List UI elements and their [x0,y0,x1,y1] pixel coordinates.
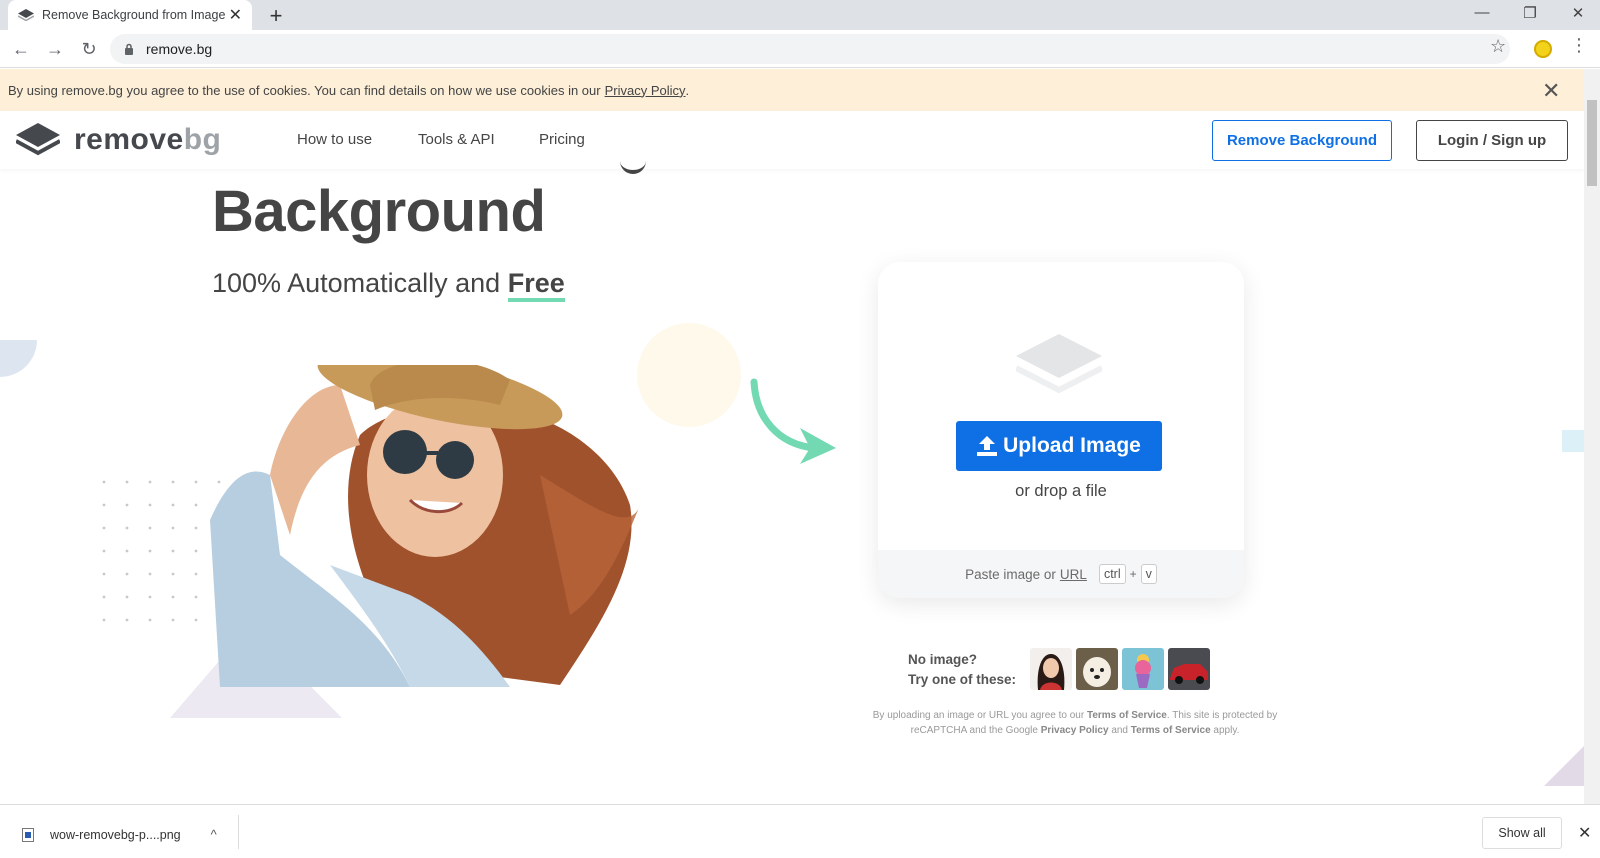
cookie-suffix: . [685,82,690,98]
show-all-button[interactable]: Show all [1482,817,1562,849]
logo-text-bg: bg [183,123,222,156]
removebg-favicon-icon [18,9,34,21]
reload-icon[interactable]: ↻ [76,36,102,62]
hero-subline: 100% Automatically and Free [212,268,565,302]
new-tab-button[interactable]: + [264,3,288,29]
decor-half-circle [0,340,37,377]
tab-title: Remove Background from Image [42,8,226,22]
site-logo[interactable]: removebg [16,123,221,157]
download-filename: wow-removebg-p....png [50,827,181,842]
address-bar[interactable]: remove.bg [110,34,1510,64]
logo-text-remove: remove [74,123,184,156]
cookie-close-icon[interactable]: ✕ [1542,78,1560,104]
arrow-icon [750,378,836,464]
download-item[interactable]: wow-removebg-p....png ^ [22,827,217,842]
headline-clipped-glyph [620,160,646,174]
remove-background-button[interactable]: Remove Background [1212,120,1392,161]
terms-of-service-link-2[interactable]: Terms of Service [1131,725,1211,736]
nav-tools-api[interactable]: Tools & API [418,131,495,148]
upload-image-button[interactable]: Upload Image [956,421,1162,471]
sample-image-dog[interactable] [1076,648,1118,690]
key-plus: + [1129,567,1137,581]
file-icon [22,827,34,842]
download-chevron-icon[interactable]: ^ [211,827,217,842]
downloads-separator [238,815,239,849]
decor-corner-triangle [1544,746,1584,786]
minimize-icon[interactable]: — [1462,4,1502,21]
drop-file-text: or drop a file [1015,482,1107,500]
privacy-policy-link[interactable]: Privacy Policy [605,83,686,98]
url-text: remove.bg [146,41,213,57]
upload-button-label: Upload Image [1003,434,1141,457]
scrollbar-thumb[interactable] [1587,100,1597,186]
sample-line-1: No image? [908,652,978,667]
browser-toolbar: ← → ↻ remove.bg ☆ ⋮ [0,30,1600,68]
sample-line-2: Try one of these: [908,672,1017,687]
sample-image-car[interactable] [1168,648,1210,690]
site-header: removebg How to use Tools & API Pricing … [0,111,1584,169]
url-link[interactable]: URL [1060,567,1087,582]
extension-icon[interactable] [1534,40,1552,58]
upload-icon [977,436,998,456]
key-ctrl: ctrl [1098,564,1126,584]
restore-icon[interactable]: ❐ [1510,4,1550,22]
nav-how-to-use[interactable]: How to use [297,131,372,148]
tab-close-icon[interactable]: ✕ [229,5,242,25]
decor-square [1562,430,1584,452]
nav-pricing[interactable]: Pricing [539,131,585,148]
window-close-icon[interactable]: ✕ [1558,4,1598,22]
downloads-close-icon[interactable]: ✕ [1578,823,1591,843]
sample-prompt: No image? Try one of these: [908,650,1016,690]
back-icon[interactable]: ← [8,36,34,62]
bookmark-star-icon[interactable]: ☆ [1490,36,1506,57]
layers-icon [1016,334,1102,394]
cookie-text: By using remove.bg you agree to the use … [8,82,601,98]
browser-menu-icon[interactable]: ⋮ [1570,35,1588,56]
terms-part-3: and [1111,725,1128,736]
hero-headline: Background [212,179,546,244]
hero-subline-free: Free [507,268,565,302]
terms-part-4: apply. [1213,725,1240,736]
lock-icon [125,43,133,55]
browser-tab[interactable]: Remove Background from Image ✕ [8,0,252,30]
removebg-logo-icon [16,123,60,156]
sample-image-woman[interactable] [1030,648,1072,690]
paste-bar: Paste image or URL ctrl + v [878,550,1244,598]
hero-woman-image [210,365,640,687]
terms-text: By uploading an image or URL you agree t… [870,708,1280,738]
privacy-policy-link-terms[interactable]: Privacy Policy [1041,725,1109,736]
login-signup-button[interactable]: Login / Sign up [1416,120,1568,161]
upload-card: Upload Image or drop a file Paste image … [878,262,1244,598]
hero-subline-prefix: 100% Automatically and [212,268,501,298]
sample-image-ice-cream[interactable] [1122,648,1164,690]
key-v: v [1140,564,1157,584]
terms-part-1: By uploading an image or URL you agree t… [872,710,1085,721]
cookie-banner: By using remove.bg you agree to the use … [0,69,1584,111]
browser-tabbar: Remove Background from Image ✕ + — ❐ ✕ [0,0,1600,30]
terms-of-service-link[interactable]: Terms of Service [1087,710,1167,721]
forward-icon[interactable]: → [42,36,68,62]
decor-circle [637,323,741,427]
downloads-bar: wow-removebg-p....png ^ Show all ✕ [0,804,1600,858]
paste-text: Paste image or [965,566,1056,582]
